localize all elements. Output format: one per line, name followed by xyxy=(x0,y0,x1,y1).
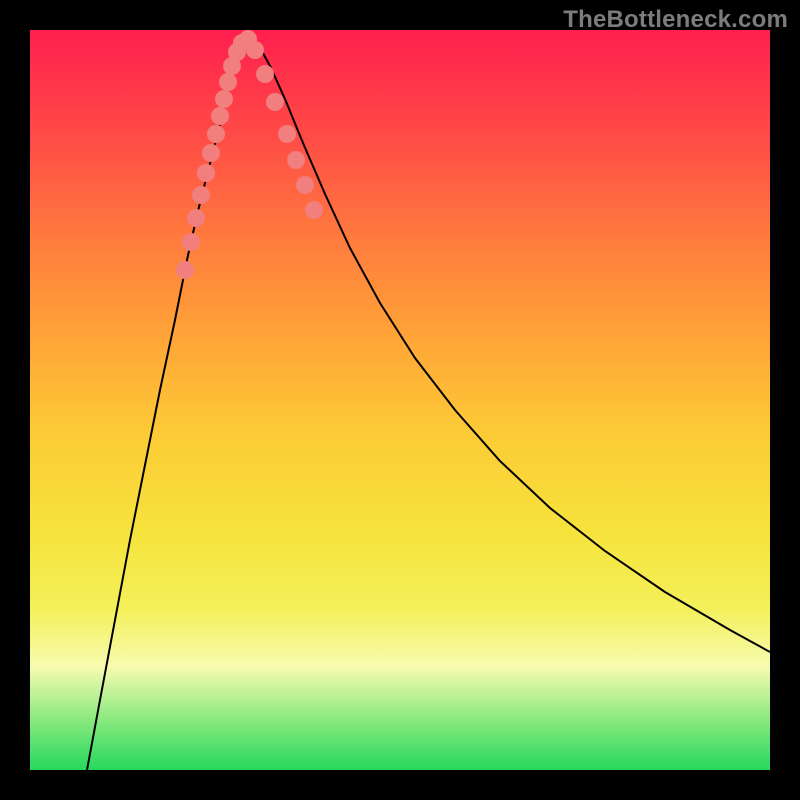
watermark-text: TheBottleneck.com xyxy=(563,6,788,34)
highlight-dot xyxy=(219,73,237,91)
highlight-dot xyxy=(202,144,220,162)
highlight-dot xyxy=(287,151,305,169)
highlight-dot xyxy=(176,261,194,279)
highlight-dot xyxy=(305,201,323,219)
highlight-dot xyxy=(266,93,284,111)
highlight-dot xyxy=(182,233,200,251)
highlight-dot xyxy=(207,125,225,143)
bottleneck-curve xyxy=(87,39,770,770)
highlight-dot xyxy=(187,209,205,227)
highlight-dot xyxy=(192,186,210,204)
plot-area xyxy=(30,30,770,770)
highlight-dots-group xyxy=(176,30,323,279)
highlight-dot xyxy=(211,107,229,125)
highlight-dot xyxy=(215,90,233,108)
highlight-dot xyxy=(197,164,215,182)
highlight-dot xyxy=(296,176,314,194)
highlight-dot xyxy=(246,41,264,59)
chart-frame: TheBottleneck.com xyxy=(0,0,800,800)
highlight-dot xyxy=(278,125,296,143)
highlight-dot xyxy=(256,65,274,83)
curve-layer xyxy=(30,30,770,770)
